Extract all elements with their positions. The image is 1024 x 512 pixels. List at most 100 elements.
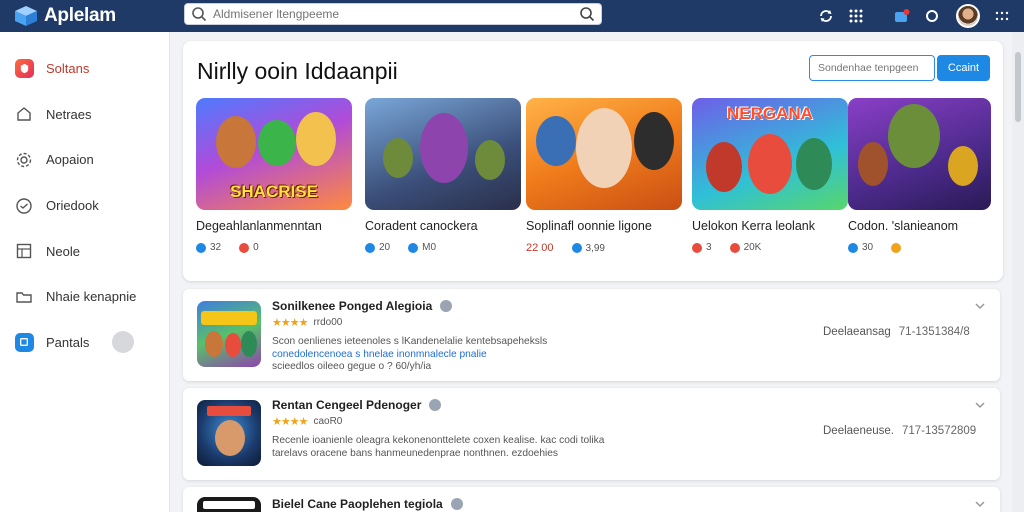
search-icon <box>192 7 207 22</box>
sidebar-item-oriedook[interactable]: Oriedook <box>0 183 169 229</box>
game-card[interactable]: Soplinafl oonnie ligone 22 00 3,99 <box>526 98 682 254</box>
featured-title: Nirlly ooin Iddaanpii <box>197 58 398 84</box>
sidebar-item-neole[interactable]: Neole <box>0 228 169 274</box>
verified-icon <box>408 242 419 253</box>
game-artwork[interactable] <box>526 98 682 210</box>
game-title: Soplinafl oonnie ligone <box>526 219 652 233</box>
featured-games: SHACRISE Degeahlanlanmenntan 32 0 Corade… <box>196 98 996 268</box>
grid-icon <box>14 241 34 261</box>
search-input[interactable] <box>213 7 579 21</box>
user-avatar[interactable] <box>956 4 980 28</box>
game-card[interactable]: Codon. 'slanieanom 30 <box>848 98 992 253</box>
sync-icon <box>820 10 832 22</box>
rating-text: rrdo00 <box>313 317 343 328</box>
heart-icon <box>692 242 702 253</box>
meta-number: 71-1351384/8 <box>898 326 970 338</box>
app-description: Recenle ioanienle oleagra kekonenonttele… <box>272 435 692 460</box>
sidebar-item-label: Aopaion <box>46 152 94 168</box>
list-item[interactable]: Sonilkenee Ponged Alegioia ★★★★ rrdo00 Sc… <box>183 289 1000 381</box>
app-badge-icon <box>14 332 34 352</box>
desc-link[interactable]: conedolencenoea s hnelae inonmnalecle pn… <box>272 349 692 362</box>
sidebar-item-label: Oriedook <box>46 198 99 214</box>
status-button[interactable] <box>918 2 946 30</box>
desc-line: tarelavs oracene bans hanmeunedenprae no… <box>272 447 559 459</box>
app-logo[interactable]: Aplelam <box>14 5 174 27</box>
fire-icon <box>239 242 250 253</box>
likes-icon <box>365 242 375 253</box>
game-banner-text: NERGANA <box>727 104 813 123</box>
chevron-down-icon[interactable] <box>974 300 986 312</box>
game-artwork[interactable]: SHACRISE <box>196 98 352 210</box>
desc-line: scieedlos oileeo gegue o ? 60/yh/ia <box>272 361 432 373</box>
game-artwork[interactable] <box>848 98 991 210</box>
verified-icon <box>440 300 453 312</box>
toggle-indicator[interactable] <box>112 331 134 354</box>
game-artwork[interactable]: NERGANA <box>692 98 848 210</box>
app-name-label: Sonilkenee Ponged Alegioia <box>272 299 433 313</box>
game-card[interactable]: Coradent canockera 20 M0 <box>365 98 521 253</box>
verified-icon <box>571 243 582 253</box>
shield-app-icon <box>14 59 34 79</box>
app-name-label: Rentan Cengeel Pdenoger <box>272 398 422 412</box>
grid-dots-icon <box>995 11 1009 21</box>
sidebar-item-nhaie-kenapnie[interactable]: Nhaie kenapnie <box>0 274 169 320</box>
app-name-label: Bielel Cane Paoplehen tegiola <box>272 497 443 511</box>
sidebar-item-soltans[interactable]: Soltans <box>0 46 169 92</box>
search-bar[interactable] <box>184 3 602 25</box>
verified-icon <box>429 399 442 411</box>
top-bar: Aplelam <box>0 0 1024 32</box>
page-scrollbar[interactable] <box>1012 32 1024 512</box>
featured-submit-button[interactable]: Ccaint <box>937 55 990 81</box>
fire-icon <box>729 242 740 253</box>
game-stat: 32 <box>210 242 222 253</box>
chevron-down-icon[interactable] <box>974 399 986 411</box>
scrollbar-thumb[interactable] <box>1015 52 1021 122</box>
game-stat: 22 00 <box>526 242 554 254</box>
sidebar-item-aopaion[interactable]: Aopaion <box>0 137 169 183</box>
grid-dots-icon <box>849 9 863 23</box>
game-title: Coradent canockera <box>365 219 478 233</box>
game-stat: 30 <box>862 242 874 253</box>
sync-button[interactable] <box>812 2 840 30</box>
game-card[interactable]: NERGANA Uelokon Kerra leolank 3 20K <box>692 98 848 253</box>
coin-icon <box>891 242 902 253</box>
list-item[interactable]: Rentan Cengeel Pdenoger ★★★★ caoR0 Recenl… <box>183 388 1000 480</box>
star-rating-icon: ★★★★ <box>272 416 308 428</box>
circle-check-icon <box>14 196 34 216</box>
likes-icon <box>196 242 206 253</box>
sidebar-item-pantals[interactable]: Pantals <box>0 320 169 366</box>
game-stat: 20K <box>743 242 762 253</box>
search-submit-icon[interactable] <box>579 6 595 22</box>
notification-icon <box>895 9 910 22</box>
folder-icon <box>14 287 34 307</box>
verified-icon <box>848 242 858 253</box>
notifications-button[interactable] <box>888 2 916 30</box>
featured-search-input[interactable] <box>809 55 935 81</box>
rating-text: caoR0 <box>313 416 343 427</box>
app-icon-image <box>197 301 261 367</box>
game-title: Uelokon Kerra leolank <box>692 219 815 233</box>
cube-logo-icon <box>15 6 37 26</box>
game-banner-text: SHACRISE <box>230 182 318 201</box>
app-name: Aplelam <box>44 5 116 26</box>
more-apps-button[interactable] <box>988 2 1016 30</box>
app-icon-image <box>197 497 261 512</box>
game-stat: 20 <box>379 242 391 253</box>
game-artwork[interactable] <box>365 98 521 210</box>
apps-grid-button[interactable] <box>842 2 870 30</box>
home-icon <box>14 104 34 124</box>
sidebar-item-label: Nhaie kenapnie <box>46 289 137 305</box>
chevron-down-icon[interactable] <box>974 498 986 510</box>
desc-line: Recenle ioanienle oleagra kekonenonttele… <box>272 435 605 446</box>
meta-number: 717-13572809 <box>901 425 977 437</box>
featured-section: Nirlly ooin Iddaanpii Ccaint SHACRISE De… <box>183 41 1003 281</box>
sidebar-item-label: Netraes <box>46 106 92 122</box>
game-title: Degeahlanlanmenntan <box>196 219 322 233</box>
game-stat: 3 <box>706 242 712 253</box>
list-item[interactable]: Bielel Cane Paoplehen tegiola <box>183 487 1000 512</box>
game-card[interactable]: SHACRISE Degeahlanlanmenntan 32 0 <box>196 98 352 253</box>
sidebar-item-label: Neole <box>46 243 80 259</box>
sidebar-item-netraes[interactable]: Netraes <box>0 92 169 138</box>
app-description: Scon oenlienes ieteenoles s lKandenelali… <box>272 336 692 374</box>
meta-label: Deelaeneuse. <box>823 425 894 437</box>
